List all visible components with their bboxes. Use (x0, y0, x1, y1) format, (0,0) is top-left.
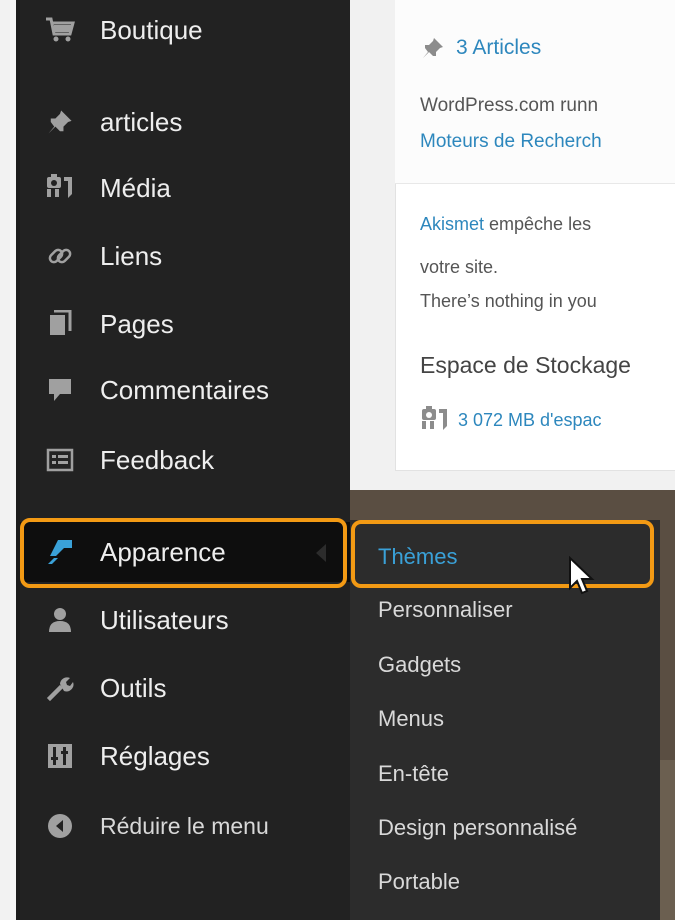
storage-row[interactable]: 3 072 MB d'espac (420, 403, 675, 437)
sidebar-item-reglages[interactable]: Réglages (20, 726, 350, 786)
highlight-themes (351, 520, 654, 588)
pushpin-icon (423, 38, 443, 58)
sidebar-item-boutique[interactable]: Boutique (20, 0, 350, 60)
akismet-text: empêche les (484, 214, 592, 234)
highlight-apparence (20, 518, 347, 588)
submenu-item-gadgets[interactable]: Gadgets (378, 652, 461, 678)
sidebar-item-label: Pages (100, 309, 174, 339)
sidebar-item-label: Commentaires (100, 375, 270, 405)
submenu-item-en-tete[interactable]: En-tête (378, 761, 449, 787)
submenu-item-menus[interactable]: Menus (378, 706, 444, 732)
sidebar-item-label: Boutique (100, 15, 203, 45)
pages-icon (44, 308, 76, 340)
sidebar-item-label: Réduire le menu (100, 813, 269, 839)
cart-icon (44, 14, 76, 46)
media-icon (44, 172, 76, 204)
sidebar-item-feedback[interactable]: Feedback (20, 430, 350, 490)
submenu-item-portable[interactable]: Portable (378, 869, 460, 895)
submenu-item-design-personnalise[interactable]: Design personnalisé (378, 815, 577, 841)
background-strip (660, 760, 675, 920)
sidebar-item-label: Réglages (100, 741, 210, 771)
sidebar-item-utilisateurs[interactable]: Utilisateurs (20, 590, 350, 650)
link-icon (44, 240, 76, 272)
sidebar-item-label: Feedback (100, 445, 215, 475)
storage-link[interactable]: 3 072 MB d'espac (458, 410, 602, 431)
sidebar-item-label: Outils (100, 673, 167, 703)
settings-icon (44, 740, 76, 772)
articles-count-link[interactable]: 3 Articles (456, 36, 541, 60)
mouse-cursor-icon (569, 556, 595, 595)
media-icon (422, 406, 447, 430)
sidebar-item-liens[interactable]: Liens (20, 226, 350, 286)
user-icon (44, 604, 76, 636)
sidebar-item-pages[interactable]: Pages (20, 294, 350, 354)
sidebar-item-articles[interactable]: articles (20, 92, 350, 152)
wrench-icon (44, 672, 76, 704)
storage-heading: Espace de Stockage (420, 352, 631, 378)
sidebar-item-label: Liens (100, 241, 163, 271)
sidebar-item-label: Média (100, 173, 171, 203)
collapse-menu-button[interactable]: Réduire le menu (20, 796, 350, 856)
sidebar-item-label: Utilisateurs (100, 605, 229, 635)
search-engines-link[interactable]: Moteurs de Recherch (420, 129, 670, 155)
sidebar-item-commentaires[interactable]: Commentaires (20, 360, 350, 420)
akismet-row: Akismet empêche les (420, 211, 670, 237)
sidebar-item-label: articles (100, 107, 183, 137)
submenu-item-personnaliser[interactable]: Personnaliser (378, 597, 513, 623)
feedback-icon (44, 444, 76, 476)
sidebar-item-media[interactable]: Média (20, 158, 350, 218)
comment-icon (44, 374, 76, 406)
pushpin-icon (44, 106, 76, 138)
sidebar-item-outils[interactable]: Outils (20, 658, 350, 718)
articles-count-row[interactable]: 3 Articles (420, 33, 541, 63)
akismet-link[interactable]: Akismet (420, 214, 484, 234)
collapse-icon (44, 810, 76, 842)
akismet-text-continued: votre site. (420, 257, 499, 277)
admin-sidebar: Boutique articles Média Liens Pages Comm… (20, 0, 350, 920)
at-a-glance-section (395, 0, 675, 184)
spam-queue-text: There’s nothing in you (420, 291, 597, 311)
running-text: WordPress.com runn (420, 95, 599, 116)
